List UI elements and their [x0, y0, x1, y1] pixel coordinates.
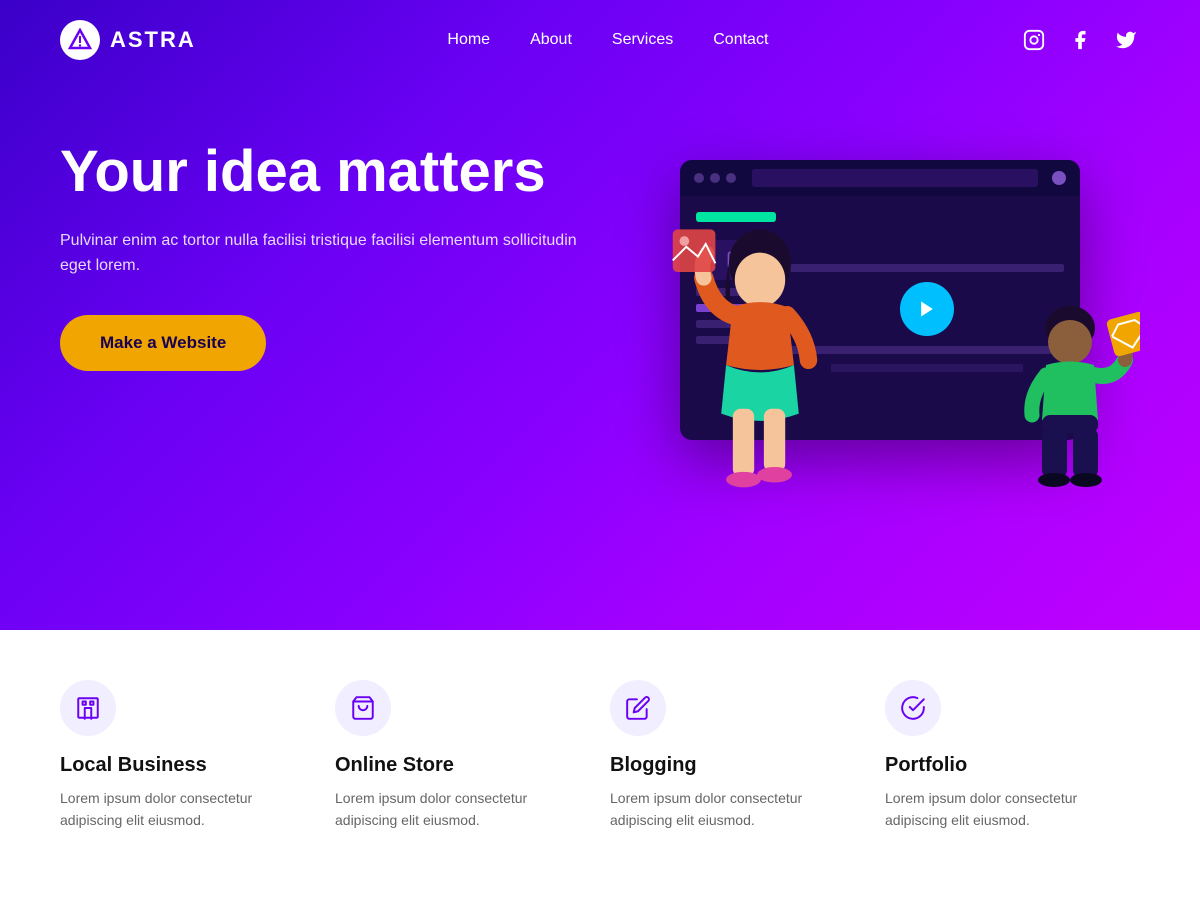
header: ASTRA Home About Services Contact: [0, 0, 1200, 80]
browser-bar: [680, 160, 1080, 196]
browser-dot-2: [710, 173, 720, 183]
service-title-local-business: Local Business: [60, 754, 295, 777]
play-button: [900, 282, 954, 336]
service-desc-portfolio: Lorem ipsum dolor consectetur adipiscing…: [885, 787, 1120, 832]
social-icons: [1020, 26, 1140, 54]
logo-text: ASTRA: [110, 27, 196, 53]
portfolio-icon-wrap: [885, 680, 941, 736]
shopping-bag-icon: [350, 695, 376, 721]
play-icon: [917, 299, 937, 319]
hero-title: Your idea matters: [60, 140, 580, 204]
service-card-local-business: Local Business Lorem ipsum dolor consect…: [60, 680, 315, 832]
instagram-icon[interactable]: [1020, 26, 1048, 54]
check-circle-icon: [900, 695, 926, 721]
service-desc-online-store: Lorem ipsum dolor consectetur adipiscing…: [335, 787, 570, 832]
online-store-icon-wrap: [335, 680, 391, 736]
blogging-icon-wrap: [610, 680, 666, 736]
hero-section: ASTRA Home About Services Contact: [0, 0, 1200, 630]
nav-contact[interactable]: Contact: [713, 31, 768, 49]
nav-services[interactable]: Services: [612, 31, 673, 49]
logo-svg: [68, 28, 92, 52]
building-icon: [75, 695, 101, 721]
nav-about[interactable]: About: [530, 31, 572, 49]
hero-illustration: [600, 100, 1160, 560]
browser-address: [752, 169, 1038, 187]
nav-home[interactable]: Home: [447, 31, 490, 49]
facebook-icon[interactable]: [1066, 26, 1094, 54]
browser-dot-3: [726, 173, 736, 183]
logo[interactable]: ASTRA: [60, 20, 196, 60]
logo-icon: [60, 20, 100, 60]
service-title-blogging: Blogging: [610, 754, 845, 777]
service-desc-blogging: Lorem ipsum dolor consectetur adipiscing…: [610, 787, 845, 832]
browser-dot-1: [694, 173, 704, 183]
person1-illustration: [660, 210, 860, 530]
main-nav: Home About Services Contact: [447, 31, 768, 49]
services-section: Local Business Lorem ipsum dolor consect…: [0, 630, 1200, 900]
cta-button[interactable]: Make a Website: [60, 315, 266, 371]
person2-illustration: [980, 300, 1140, 520]
service-card-online-store: Online Store Lorem ipsum dolor consectet…: [315, 680, 590, 832]
service-card-blogging: Blogging Lorem ipsum dolor consectetur a…: [590, 680, 865, 832]
hero-content: Your idea matters Pulvinar enim ac torto…: [60, 140, 580, 371]
service-title-online-store: Online Store: [335, 754, 570, 777]
service-title-portfolio: Portfolio: [885, 754, 1120, 777]
service-desc-local-business: Lorem ipsum dolor consectetur adipiscing…: [60, 787, 295, 832]
browser-btn: [1052, 171, 1066, 185]
hero-description: Pulvinar enim ac tortor nulla facilisi t…: [60, 228, 580, 279]
local-business-icon-wrap: [60, 680, 116, 736]
edit-icon: [625, 695, 651, 721]
service-card-portfolio: Portfolio Lorem ipsum dolor consectetur …: [865, 680, 1140, 832]
twitter-icon[interactable]: [1112, 26, 1140, 54]
